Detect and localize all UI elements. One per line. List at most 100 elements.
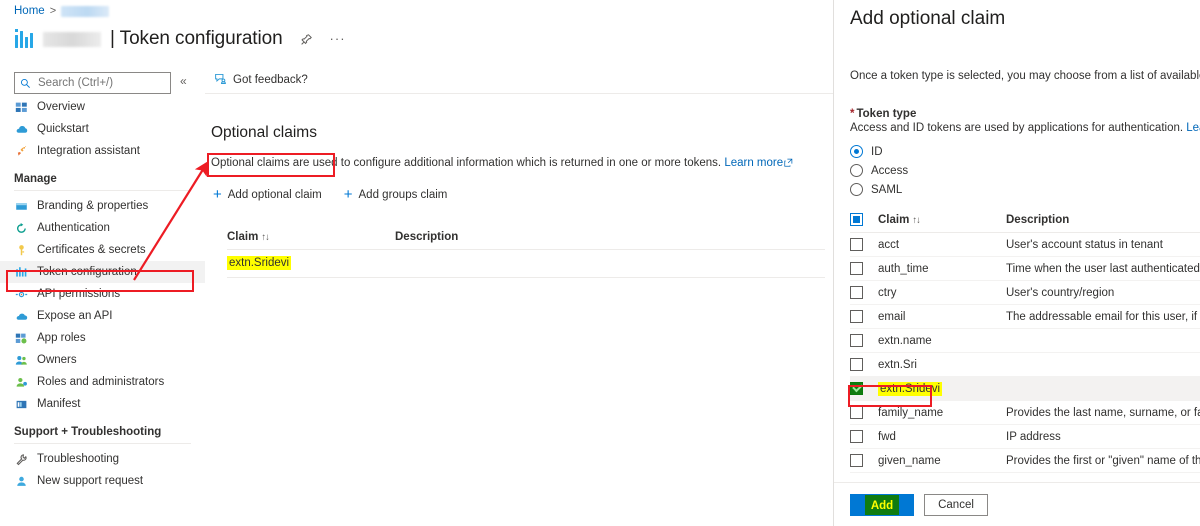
row-checkbox[interactable] (850, 334, 863, 347)
sidebar-divider (14, 443, 191, 444)
breadcrumb-redacted-item[interactable] (61, 5, 110, 17)
sidebar-item-overview[interactable]: Overview (0, 96, 205, 118)
picker-row[interactable]: email The addressable email for this user… (850, 304, 1200, 329)
optional-claims-table: Claim ↑↓ Description extn.Sridevi (227, 231, 825, 278)
sidebar-item-manifest[interactable]: Manifest (0, 393, 205, 415)
got-feedback-button[interactable]: Got feedback? (214, 72, 308, 88)
breadcrumb: Home > (14, 5, 110, 17)
search-icon (20, 78, 31, 89)
row-checkbox-cell[interactable] (850, 400, 878, 425)
row-checkbox-cell[interactable] (850, 448, 878, 473)
sidebar-item-label: Integration assistant (37, 145, 140, 157)
radio-saml-icon[interactable] (850, 183, 863, 196)
picker-row[interactable]: fwd IP address (850, 424, 1200, 449)
claim-cell: ctry (878, 280, 1006, 305)
sidebar-item-integration-assistant[interactable]: Integration assistant (0, 140, 205, 162)
required-asterisk: * (850, 108, 855, 120)
radio-option-id[interactable]: ID (850, 142, 1200, 161)
picker-column-description[interactable]: Description (1006, 213, 1200, 233)
plus-icon: + (213, 186, 222, 203)
picker-row[interactable]: extn.Sri (850, 352, 1200, 377)
picker-row-selected[interactable]: extn.Sridevi (850, 376, 1200, 401)
row-checkbox[interactable] (850, 358, 863, 371)
row-checkbox[interactable] (850, 310, 863, 323)
add-button-highlight: Add (864, 495, 900, 515)
claim-value-highlighted: extn.Sridevi (227, 256, 292, 270)
more-options-button[interactable]: ··· (330, 32, 346, 45)
picker-row[interactable]: ctry User's country/region (850, 280, 1200, 305)
sidebar-item-quickstart[interactable]: Quickstart (0, 118, 205, 140)
add-groups-claim-button[interactable]: + Add groups claim (342, 187, 450, 203)
sidebar-item-branding[interactable]: Branding & properties (0, 195, 205, 217)
row-checkbox[interactable] (850, 430, 863, 443)
cancel-button-label: Cancel (938, 499, 974, 511)
sidebar-item-label: Expose an API (37, 310, 113, 322)
table-row[interactable]: extn.Sridevi (227, 249, 825, 278)
row-checkbox[interactable] (850, 238, 863, 251)
radio-option-saml[interactable]: SAML (850, 180, 1200, 199)
sidebar-item-expose-an-api[interactable]: Expose an API (0, 305, 205, 327)
description-cell (1006, 352, 1200, 377)
sidebar-item-roles-and-administrators[interactable]: Roles and administrators (0, 371, 205, 393)
sidebar-item-label: Quickstart (37, 123, 89, 135)
row-checkbox-cell[interactable] (850, 352, 878, 377)
radio-access-icon[interactable] (850, 164, 863, 177)
picker-row[interactable]: extn.name (850, 328, 1200, 353)
sidebar-item-authentication[interactable]: Authentication (0, 217, 205, 239)
token-type-subtext: Access and ID tokens are used by applica… (850, 122, 1200, 135)
radio-id-icon[interactable] (850, 145, 863, 158)
chevron-double-left-icon[interactable]: « (180, 74, 187, 88)
row-checkbox[interactable] (850, 286, 863, 299)
row-checkbox-cell[interactable] (850, 424, 878, 449)
panel-learn-more-link[interactable]: Learn more (1186, 122, 1200, 134)
row-checkbox-cell[interactable] (850, 304, 878, 329)
sidebar-item-api-permissions[interactable]: API permissions (0, 283, 205, 305)
column-header-claim-label: Claim (227, 231, 259, 243)
row-checkbox[interactable] (850, 262, 863, 275)
row-checkbox[interactable] (850, 454, 863, 467)
row-checkbox-cell[interactable] (850, 232, 878, 257)
row-checkbox-cell[interactable] (850, 256, 878, 281)
panel-title: Add optional claim (850, 8, 1006, 29)
sidebar-item-token-configuration[interactable]: Token configuration (0, 261, 205, 283)
sidebar-item-app-roles[interactable]: App roles (0, 327, 205, 349)
row-checkbox-checked[interactable] (850, 382, 863, 395)
column-header-description[interactable]: Description (395, 231, 825, 250)
sidebar-group-support: Support + Troubleshooting (14, 426, 162, 438)
row-checkbox-cell[interactable] (850, 280, 878, 305)
row-checkbox-cell[interactable] (850, 376, 878, 401)
panel-footer: Add Cancel (834, 482, 1200, 526)
picker-row[interactable]: given_name Provides the first or "given" … (850, 448, 1200, 473)
select-all-header[interactable] (850, 213, 878, 233)
learn-more-link[interactable]: Learn more (724, 157, 783, 169)
picker-column-claim[interactable]: Claim ↑↓ (878, 213, 1006, 233)
sort-indicator-icon[interactable]: ↑↓ (261, 232, 269, 243)
sidebar-item-certificates-secrets[interactable]: Certificates & secrets (0, 239, 205, 261)
app-name-redacted (43, 31, 101, 47)
sidebar-item-owners[interactable]: Owners (0, 349, 205, 371)
cancel-button[interactable]: Cancel (924, 494, 988, 516)
sidebar-item-label: Roles and administrators (37, 376, 165, 388)
row-checkbox[interactable] (850, 406, 863, 419)
picker-rows: acct User's account status in tenant auth… (850, 232, 1200, 473)
select-all-checkbox[interactable] (850, 213, 863, 226)
search-box[interactable] (14, 72, 171, 94)
row-checkbox-cell[interactable] (850, 328, 878, 353)
add-optional-claim-button[interactable]: + Add optional claim (211, 187, 324, 203)
column-header-claim[interactable]: Claim ↑↓ (227, 231, 395, 250)
wrench-icon (14, 452, 28, 466)
picker-row[interactable]: auth_time Time when the user last authent… (850, 256, 1200, 281)
picker-row[interactable]: family_name Provides the last name, surna… (850, 400, 1200, 425)
plus-icon: + (343, 186, 353, 203)
sidebar-item-troubleshooting[interactable]: Troubleshooting (0, 448, 205, 470)
claim-cell: extn.Sridevi (878, 376, 1006, 401)
pin-icon[interactable] (300, 33, 313, 46)
sidebar-item-new-support-request[interactable]: New support request (0, 470, 205, 492)
add-button[interactable]: Add (850, 494, 914, 516)
radio-option-access[interactable]: Access (850, 161, 1200, 180)
picker-row[interactable]: acct User's account status in tenant (850, 232, 1200, 257)
breadcrumb-home[interactable]: Home (14, 5, 45, 17)
description-cell (1006, 376, 1200, 401)
search-input[interactable] (36, 76, 165, 90)
sort-indicator-icon[interactable]: ↑↓ (912, 215, 920, 226)
